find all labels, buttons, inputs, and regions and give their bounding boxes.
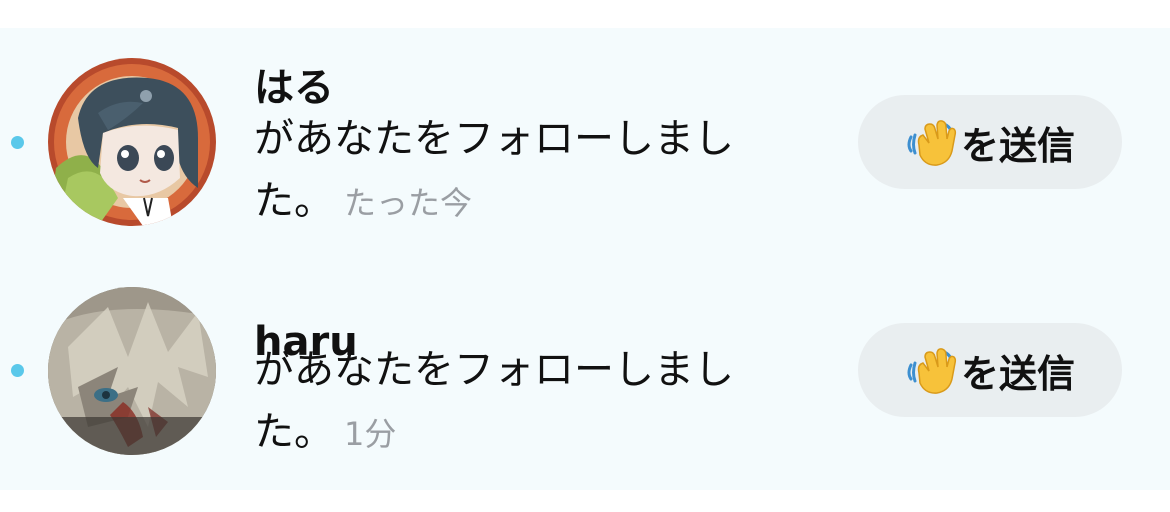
- unread-indicator: [11, 136, 24, 149]
- notification-text: があなたをフォローしました。 たった今: [254, 108, 774, 234]
- timestamp: 1分: [344, 415, 397, 453]
- avatar[interactable]: [48, 58, 216, 226]
- message-text: があなたをフォローしました。: [254, 116, 734, 224]
- send-wave-button[interactable]: を送信: [858, 323, 1122, 417]
- message-text: があなたをフォローしました。: [254, 347, 734, 455]
- send-wave-button[interactable]: を送信: [858, 95, 1122, 189]
- send-wave-label: を送信: [960, 351, 1075, 396]
- notification-list: はる があなたをフォローしました。 たった今 を送信 haru があなたをフォロ…: [0, 28, 1170, 490]
- waving-hand-icon: [905, 343, 959, 397]
- avatar-anime-girl-icon: [48, 58, 216, 226]
- notification-item[interactable]: haru があなたをフォローしました。 1分 を送信: [0, 259, 1170, 490]
- unread-indicator: [11, 364, 24, 377]
- send-wave-label: を送信: [960, 123, 1075, 168]
- waving-hand-icon: [905, 115, 959, 169]
- avatar[interactable]: [48, 287, 216, 455]
- timestamp: たった今: [344, 184, 473, 222]
- username[interactable]: はる: [254, 64, 334, 112]
- notification-text: があなたをフォローしました。 1分: [254, 339, 774, 465]
- avatar-anime-boy-icon: [48, 287, 216, 455]
- notification-item[interactable]: はる があなたをフォローしました。 たった今 を送信: [0, 28, 1170, 259]
